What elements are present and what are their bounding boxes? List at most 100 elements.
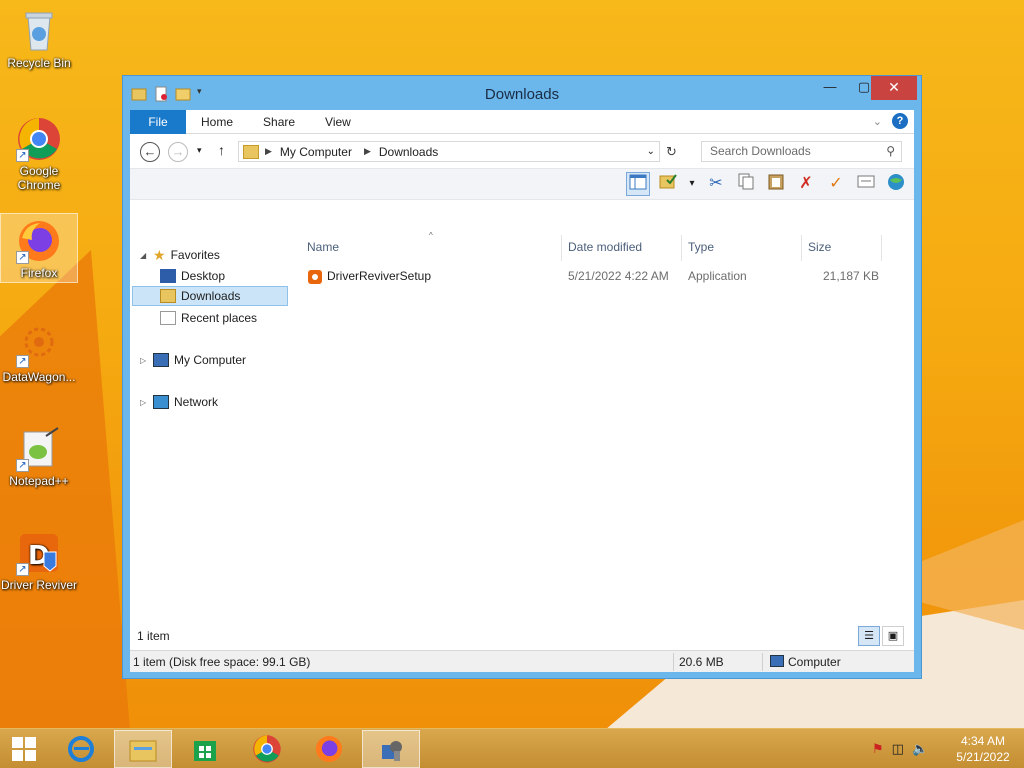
desktop-icon [160, 269, 176, 283]
status-disk-space: 1 item (Disk free space: 99.1 GB) [133, 655, 311, 669]
application-icon [307, 269, 323, 288]
star-icon: ★ [153, 246, 166, 263]
properties-icon[interactable] [854, 172, 878, 196]
chevron-down-icon[interactable]: ▾ [686, 172, 698, 196]
nav-item-recent-places[interactable]: Recent places [160, 308, 257, 328]
delete-icon[interactable]: ✗ [794, 172, 818, 196]
navigation-bar: ← → ▾ ↑ ▶ My Computer ▶ Downloads ⌄ ↻ Se… [130, 134, 914, 168]
expand-ribbon-icon[interactable]: ⌄ [873, 115, 882, 128]
taskbar: ⚑ ◫ 🔈 4:34 AM 5/21/2022 [0, 728, 1024, 768]
nav-item-desktop[interactable]: Desktop [160, 266, 225, 286]
forward-button[interactable]: → [168, 142, 188, 162]
nav-item-label: Downloads [181, 289, 241, 303]
nav-item-label: Favorites [170, 248, 220, 262]
refresh-button[interactable]: ↻ [666, 144, 677, 160]
start-button[interactable] [0, 730, 48, 768]
help-icon[interactable]: ? [892, 113, 908, 129]
paste-icon[interactable] [764, 172, 788, 196]
recent-places-icon [160, 311, 176, 325]
volume-muted-icon[interactable]: 🔈 [912, 741, 928, 757]
content-area: ◢ ★ Favorites Desktop Downloads Recent p… [130, 231, 914, 655]
nav-favorites[interactable]: ◢ ★ Favorites [140, 245, 220, 265]
recent-locations-icon[interactable]: ▾ [197, 145, 202, 156]
nav-my-computer[interactable]: ▷ My Computer [140, 350, 246, 370]
file-size: 21,187 KB [823, 269, 880, 283]
column-header-name[interactable]: Name [307, 240, 339, 254]
file-row[interactable]: DriverReviverSetup 5/21/2022 4:22 AM App… [303, 267, 914, 287]
back-button[interactable]: ← [140, 142, 160, 162]
setup-wizard-taskbar-icon[interactable] [362, 730, 420, 768]
clock[interactable]: 4:34 AM 5/21/2022 [948, 733, 1018, 765]
desktop-icon-datawagon[interactable]: ↗ DataWagon... [0, 318, 78, 384]
details-view-icon[interactable]: ☰ [858, 626, 880, 646]
desktop-icon-recycle-bin[interactable]: Recycle Bin [0, 4, 78, 70]
nav-item-label: Network [174, 395, 219, 409]
preview-pane-button[interactable] [626, 172, 650, 196]
desktop-icon-label: Google Chrome [17, 164, 61, 192]
cut-icon[interactable]: ✂ [704, 172, 728, 196]
column-divider[interactable] [881, 235, 882, 261]
firefox-icon: ↗ [16, 218, 62, 264]
file-explorer-taskbar-button[interactable] [114, 730, 172, 768]
search-input[interactable]: Search Downloads ⚲ [701, 141, 902, 162]
close-button[interactable]: ✕ [871, 76, 917, 100]
minimize-button[interactable]: — [813, 76, 847, 100]
title-bar[interactable]: ▾ Downloads — ▢ ✕ [123, 76, 921, 112]
rename-check-icon[interactable]: ✓ [824, 172, 848, 196]
select-folder-icon[interactable] [656, 172, 680, 196]
breadcrumb-downloads[interactable]: Downloads [379, 145, 438, 159]
expand-arrow-icon[interactable]: ◢ [140, 251, 148, 260]
column-header-date-modified[interactable]: Date modified [568, 240, 642, 254]
driver-reviver-icon: D ↗ [16, 530, 62, 576]
computer-icon [770, 655, 784, 667]
window-body: File Home Share View ⌄ ? ← → ▾ ↑ ▶ My Co… [130, 109, 914, 672]
tab-file[interactable]: File [130, 109, 186, 134]
expand-arrow-icon[interactable]: ▷ [140, 398, 148, 407]
large-icons-view-icon[interactable]: ▣ [882, 626, 904, 646]
ribbon-tabs: File Home Share View ⌄ ? [130, 109, 914, 134]
desktop-icon-driver-reviver[interactable]: D ↗ Driver Reviver [0, 526, 78, 592]
explorer-window: ▾ Downloads — ▢ ✕ File Home Share View ⌄… [122, 75, 922, 679]
address-bar[interactable]: ▶ My Computer ▶ Downloads ⌄ [238, 141, 660, 162]
desktop-icon-chrome[interactable]: ↗ Google Chrome [0, 112, 78, 192]
internet-explorer-icon[interactable] [52, 730, 110, 768]
nav-item-label: Recent places [181, 311, 258, 325]
navigation-pane: ◢ ★ Favorites Desktop Downloads Recent p… [130, 235, 295, 655]
view-switcher: ☰ ▣ [858, 626, 904, 646]
item-count: 1 item [137, 629, 170, 643]
chevron-right-icon: ▶ [265, 146, 272, 156]
column-header-size[interactable]: Size [808, 240, 831, 254]
store-icon[interactable] [176, 730, 234, 768]
notepadpp-icon: ↗ [16, 426, 62, 472]
column-header-type[interactable]: Type [688, 240, 714, 254]
tab-share[interactable]: Share [248, 115, 310, 129]
desktop-icon-firefox[interactable]: ↗ Firefox [0, 213, 78, 283]
firefox-taskbar-icon[interactable] [300, 730, 358, 768]
expand-arrow-icon[interactable]: ▷ [140, 356, 148, 365]
tab-home[interactable]: Home [186, 115, 248, 129]
desktop-icon-notepadpp[interactable]: ↗ Notepad++ [0, 422, 78, 488]
file-type: Application [688, 269, 747, 283]
column-divider[interactable] [561, 235, 562, 261]
search-icon: ⚲ [886, 144, 895, 158]
chevron-down-icon[interactable]: ⌄ [647, 146, 655, 157]
chevron-right-icon: ▶ [363, 146, 371, 156]
toolbar: ▾ ✂ ✗ ✓ [130, 168, 914, 200]
network-status-icon[interactable]: ◫ [892, 741, 904, 757]
desktop-icon-label: Driver Reviver [0, 578, 77, 592]
nav-item-downloads[interactable]: Downloads [132, 286, 288, 306]
chrome-taskbar-icon[interactable] [238, 730, 296, 768]
tab-view[interactable]: View [310, 115, 366, 129]
up-button[interactable]: ↑ [218, 142, 225, 158]
computer-icon [153, 353, 169, 367]
column-divider[interactable] [681, 235, 682, 261]
network-icon [153, 395, 169, 409]
breadcrumb-my-computer[interactable]: My Computer [280, 145, 352, 159]
action-center-flag-icon[interactable]: ⚑ [872, 741, 884, 757]
column-divider[interactable] [801, 235, 802, 261]
nav-network[interactable]: ▷ Network [140, 392, 218, 412]
downloads-folder-icon [160, 289, 176, 303]
folder-icon [243, 144, 259, 159]
globe-icon[interactable] [884, 172, 908, 196]
copy-icon[interactable] [734, 172, 758, 196]
